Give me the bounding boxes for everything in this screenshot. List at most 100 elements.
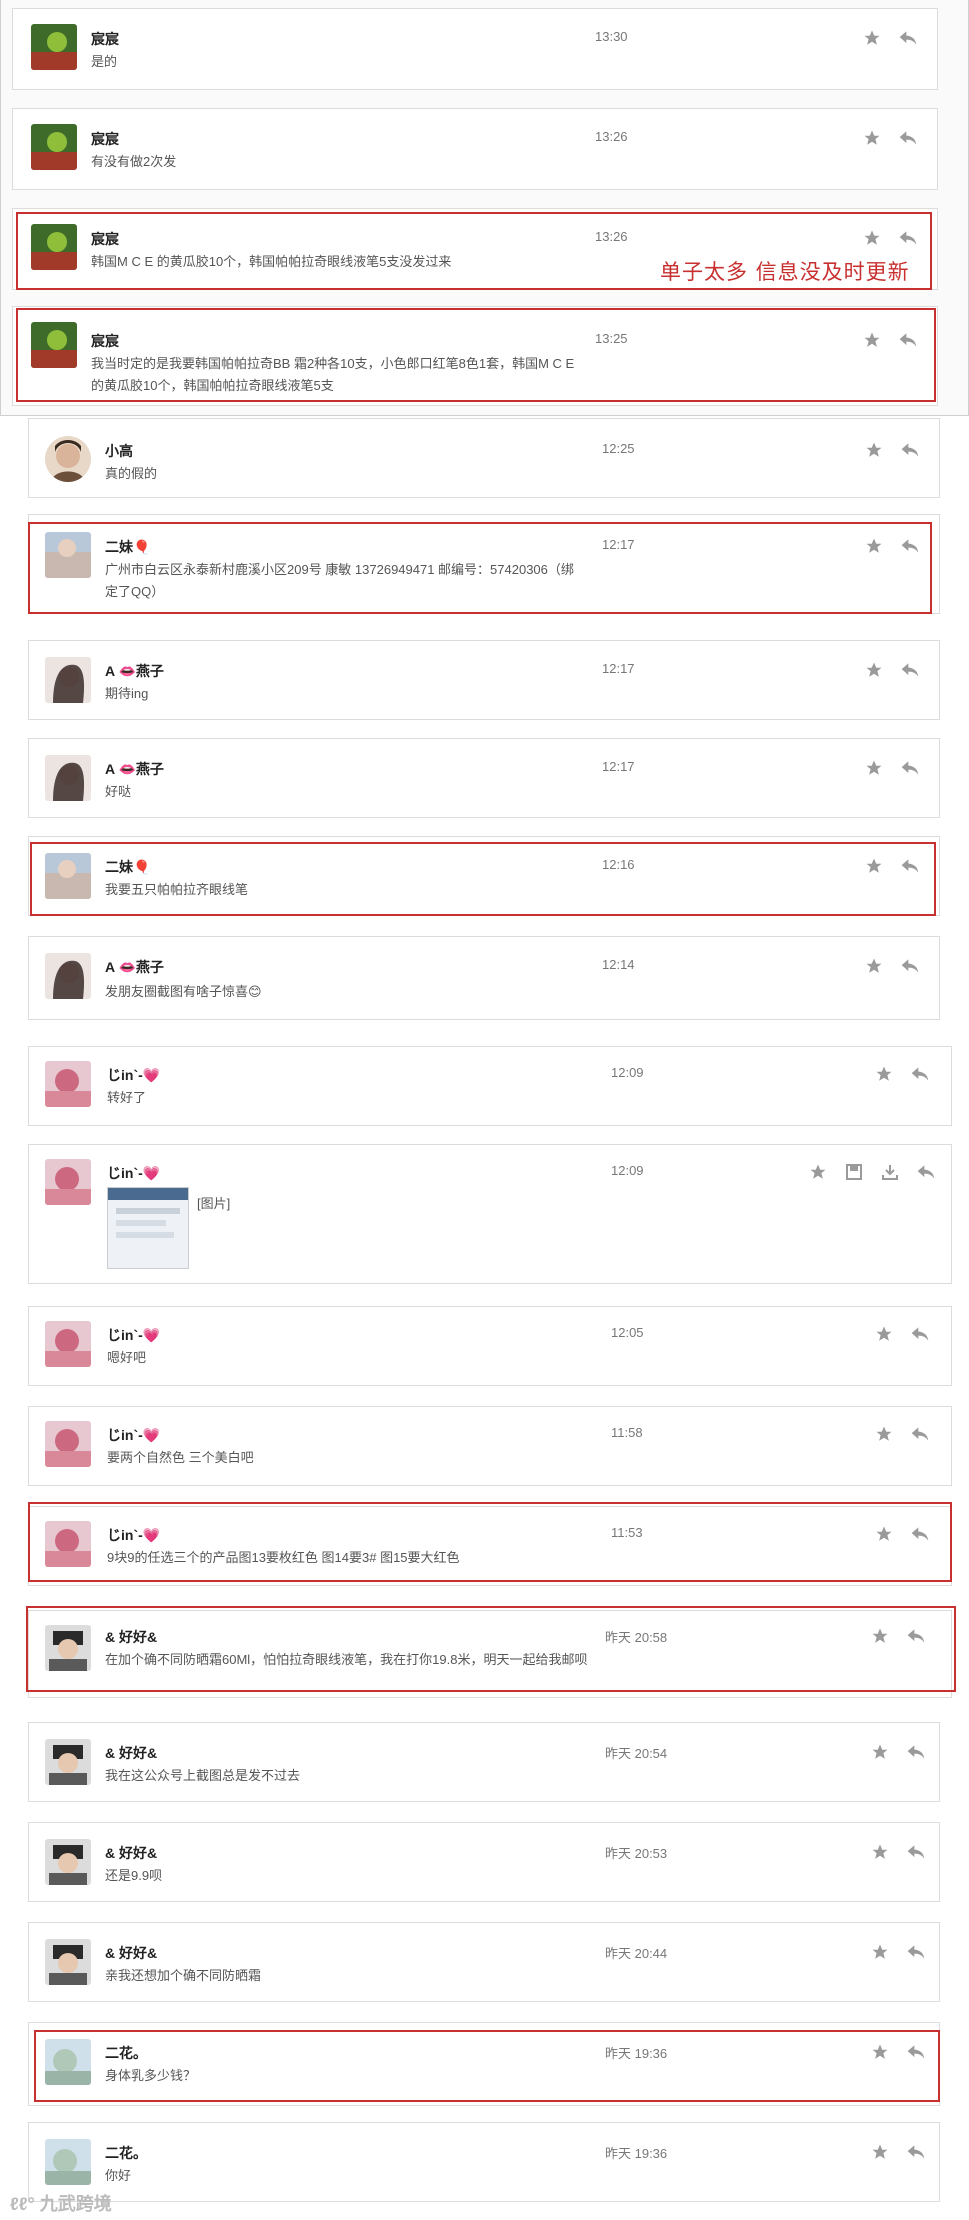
timestamp: 12:09 [611, 1065, 644, 1080]
message-card[interactable]: & 好好& 亲我还想加个确不同防晒霜 昨天 20:44 [28, 1922, 940, 2002]
message-card[interactable]: じin`-💗 要两个自然色 三个美白吧 11:58 [28, 1406, 952, 1486]
star-icon[interactable] [861, 27, 883, 49]
reply-icon[interactable] [899, 757, 921, 779]
reply-icon[interactable] [915, 1161, 937, 1183]
reply-icon[interactable] [905, 1841, 927, 1863]
star-icon[interactable] [861, 127, 883, 149]
star-icon[interactable] [863, 535, 885, 557]
avatar [45, 1321, 91, 1367]
star-icon[interactable] [869, 1841, 891, 1863]
reply-icon[interactable] [905, 1741, 927, 1763]
message-card[interactable]: 二花。 你好 昨天 19:36 [28, 2122, 940, 2202]
timestamp: 12:14 [602, 957, 635, 972]
message-card[interactable]: 二妹🎈 我要五只帕帕拉齐眼线笔 12:16 [28, 836, 940, 916]
message-text: 我在这公众号上截图总是发不过去 [105, 1768, 301, 1783]
timestamp: 12:17 [602, 759, 635, 774]
message-card[interactable]: じin`-💗 [图片] 12:09 [28, 1144, 952, 1284]
reply-icon[interactable] [899, 439, 921, 461]
reply-icon[interactable] [909, 1323, 931, 1345]
reply-icon[interactable] [897, 329, 919, 351]
message-text: 在加个确不同防晒霜60Ml，怕怕拉奇眼线液笔，我在打你19.8米，明天一起给我邮… [105, 1652, 588, 1667]
avatar [31, 322, 77, 368]
message-card[interactable]: A 👄燕子 期待ing 12:17 [28, 640, 940, 720]
message-card[interactable]: じin`-💗 转好了 12:09 [28, 1046, 952, 1126]
star-icon[interactable] [869, 1625, 891, 1647]
star-icon[interactable] [873, 1523, 895, 1545]
download-icon[interactable] [879, 1161, 901, 1183]
message-card[interactable]: 宸宸 有没有做2次发 13:26 [12, 108, 938, 190]
reply-icon[interactable] [897, 127, 919, 149]
save-icon[interactable] [843, 1161, 865, 1183]
reply-icon[interactable] [909, 1063, 931, 1085]
reply-icon[interactable] [905, 1941, 927, 1963]
star-icon[interactable] [873, 1423, 895, 1445]
message-card[interactable]: A 👄燕子 好哒 12:17 [28, 738, 940, 818]
timestamp: 13:25 [595, 331, 628, 346]
message-text: 要两个自然色 三个美白吧 [107, 1450, 254, 1465]
message-card[interactable]: じin`-💗 嗯好吧 12:05 [28, 1306, 952, 1386]
sender-name: じin`-💗 [107, 1165, 161, 1181]
reply-icon[interactable] [897, 27, 919, 49]
sender-name: じin`-💗 [107, 1067, 161, 1083]
reply-icon[interactable] [899, 855, 921, 877]
message-card[interactable]: 二妹🎈 广州市白云区永泰新村鹿溪小区209号 康敏 13726949471 邮编… [28, 514, 940, 614]
message-card[interactable]: A 👄燕子 发朋友圈截图有啥子惊喜😊 12:14 [28, 936, 940, 1020]
sender-name: 二花。 [105, 2045, 147, 2061]
message-text: 韩国M C E 的黄瓜胶10个，韩国帕帕拉奇眼线液笔5支没发过来 [91, 254, 452, 269]
avatar [45, 1061, 91, 1107]
avatar [45, 1939, 91, 1985]
star-icon[interactable] [873, 1323, 895, 1345]
sender-name: A 👄燕子 [105, 761, 164, 777]
message-card[interactable]: & 好好& 我在这公众号上截图总是发不过去 昨天 20:54 [28, 1722, 940, 1802]
message-text: 我要五只帕帕拉齐眼线笔 [105, 882, 249, 897]
avatar [45, 1521, 91, 1567]
message-card[interactable]: 二花。 身体乳多少钱？ 昨天 19:36 [28, 2022, 940, 2106]
timestamp: 13:26 [595, 229, 628, 244]
message-text: 转好了 [107, 1090, 147, 1105]
star-icon[interactable] [869, 1741, 891, 1763]
message-card[interactable]: 宸宸 我当时定的是我要韩国帕帕拉奇BB 霜2种各10支，小色郎口红笔8色1套，韩… [12, 306, 938, 406]
star-icon[interactable] [861, 227, 883, 249]
reply-icon[interactable] [905, 2141, 927, 2163]
sender-name: 小高 [105, 443, 133, 459]
star-icon[interactable] [807, 1161, 829, 1183]
reply-icon[interactable] [905, 1625, 927, 1647]
reply-icon[interactable] [909, 1523, 931, 1545]
star-icon[interactable] [861, 329, 883, 351]
avatar [45, 1159, 91, 1205]
message-card[interactable]: & 好好& 还是9.9呗 昨天 20:53 [28, 1822, 940, 1902]
star-icon[interactable] [863, 757, 885, 779]
timestamp: 12:05 [611, 1325, 644, 1340]
timestamp: 12:17 [602, 537, 635, 552]
star-icon[interactable] [863, 439, 885, 461]
sender-name: 宸宸 [91, 231, 119, 247]
reply-icon[interactable] [905, 2041, 927, 2063]
star-icon[interactable] [869, 2041, 891, 2063]
message-card[interactable]: じin`-💗 9块9的任选三个的产品图13要枚红色 图14要3# 图15要大红色… [28, 1506, 952, 1586]
star-icon[interactable] [863, 955, 885, 977]
reply-icon[interactable] [909, 1423, 931, 1445]
reply-icon[interactable] [899, 659, 921, 681]
star-icon[interactable] [869, 2141, 891, 2163]
annotation-text: 单子太多 信息没及时更新 [660, 260, 910, 284]
star-icon[interactable] [863, 855, 885, 877]
avatar [45, 853, 91, 899]
message-text: 有没有做2次发 [91, 154, 177, 169]
message-text: 9块9的任选三个的产品图13要枚红色 图14要3# 图15要大红色 [107, 1550, 460, 1565]
star-icon[interactable] [863, 659, 885, 681]
sender-name: じin`-💗 [107, 1327, 161, 1343]
sender-name: じin`-💗 [107, 1527, 161, 1543]
reply-icon[interactable] [899, 535, 921, 557]
reply-icon[interactable] [897, 227, 919, 249]
message-text: 期待ing [105, 686, 149, 701]
message-card[interactable]: 小高 真的假的 12:25 [28, 418, 940, 498]
avatar [31, 24, 77, 70]
message-card[interactable]: & 好好& 在加个确不同防晒霜60Ml，怕怕拉奇眼线液笔，我在打你19.8米，明… [28, 1610, 952, 1698]
reply-icon[interactable] [899, 955, 921, 977]
message-text: 真的假的 [105, 466, 158, 481]
star-icon[interactable] [869, 1941, 891, 1963]
image-thumbnail[interactable] [107, 1187, 189, 1269]
star-icon[interactable] [873, 1063, 895, 1085]
message-card[interactable]: 宸宸 是的 13:30 [12, 8, 938, 90]
message-text: 身体乳多少钱？ [105, 2068, 197, 2083]
